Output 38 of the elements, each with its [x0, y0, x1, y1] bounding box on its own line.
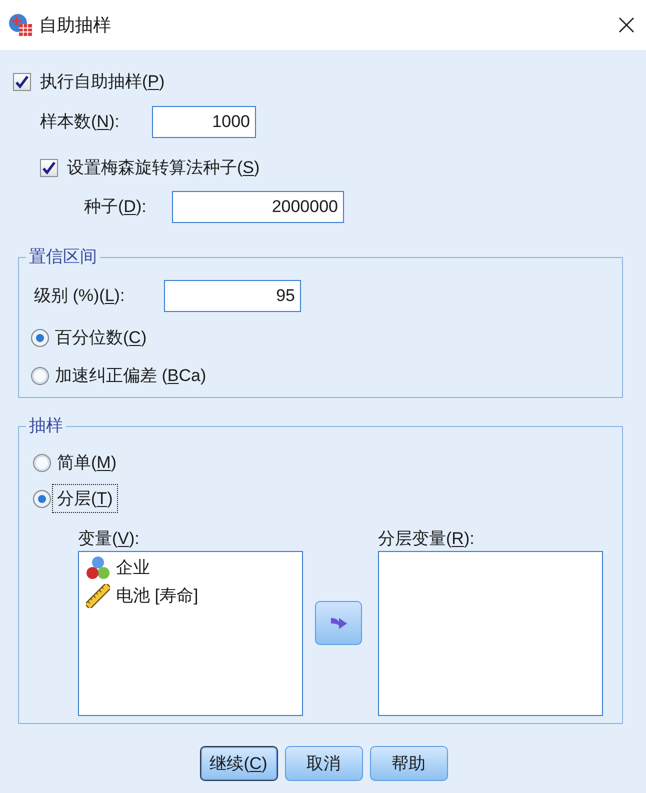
check-icon	[15, 75, 29, 89]
checkbox[interactable]	[40, 159, 58, 177]
checkbox[interactable]	[13, 73, 31, 91]
cancel-button[interactable]: 取消	[284, 746, 362, 781]
three-balls-icon	[86, 556, 110, 580]
checkbox-label: 执行自助抽样(P)	[40, 72, 165, 92]
radio-label: 加速纠正偏差 (BCa)	[55, 366, 206, 386]
radio-label: 百分位数(C)	[55, 328, 147, 348]
list-label: 变量(V):	[78, 529, 140, 549]
check-icon	[42, 161, 56, 175]
checkbox-label: 设置梅森旋转算法种子(S)	[67, 158, 260, 178]
continue-button[interactable]: 继续(C)	[200, 746, 278, 781]
variable-list-item[interactable]: 企业	[86, 554, 150, 582]
move-right-button[interactable]	[315, 601, 362, 645]
arrow-right-icon	[330, 615, 348, 631]
radio-label: 分层(T)	[52, 484, 118, 513]
field-label: 种子(D):	[84, 197, 146, 217]
radio-button[interactable]	[31, 367, 49, 385]
window-title: 自助抽样	[39, 14, 111, 37]
close-icon	[618, 17, 635, 33]
help-button[interactable]: 帮助	[370, 746, 448, 781]
strata-variable-list[interactable]	[378, 551, 603, 716]
variable-list-item[interactable]: 电池 [寿命]	[86, 582, 198, 610]
number-field[interactable]: 95	[164, 280, 301, 312]
group-title: 置信区间	[28, 247, 98, 267]
radio-button[interactable]	[33, 490, 51, 508]
list-label: 分层变量(R):	[378, 529, 474, 549]
table-plus-icon	[8, 13, 33, 37]
field-label: 级别 (%)(L):	[34, 286, 125, 306]
variable-list[interactable]: 企业 电池 [寿命]	[78, 551, 303, 716]
radio-label: 简单(M)	[56, 452, 118, 474]
close-button[interactable]	[618, 17, 635, 33]
radio-button[interactable]	[33, 454, 51, 472]
group-title: 抽样	[28, 416, 64, 436]
field-label: 样本数(N):	[40, 112, 120, 132]
number-field[interactable]: 1000	[152, 106, 256, 138]
radio-button[interactable]	[31, 329, 49, 347]
number-field[interactable]: 2000000	[172, 191, 344, 223]
